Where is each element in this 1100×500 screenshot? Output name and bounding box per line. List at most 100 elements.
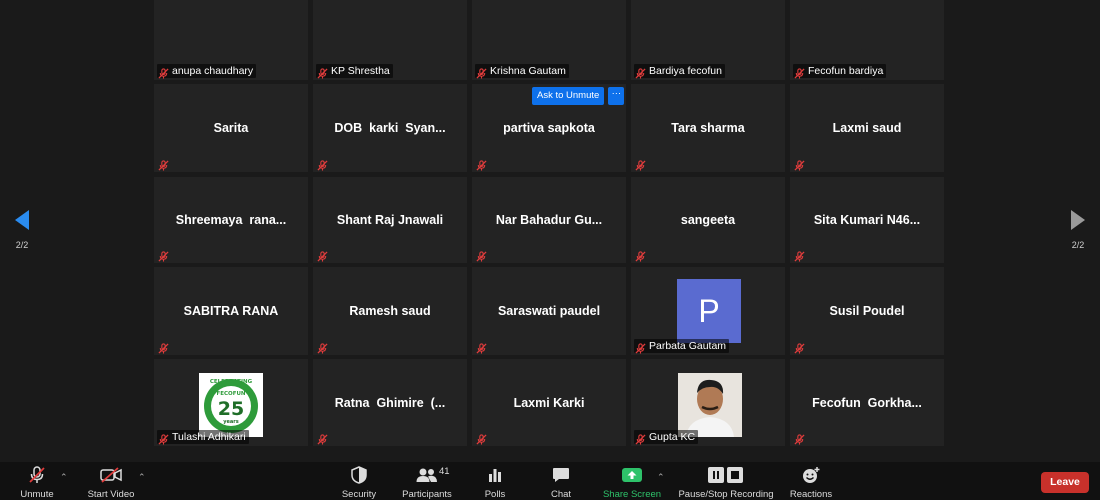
polls-label: Polls [484, 489, 506, 500]
mic-muted-icon [476, 66, 487, 79]
tile-footer: Bardiya fecofun [634, 64, 725, 79]
mic-muted-icon [317, 66, 328, 79]
participant-tile[interactable]: Gupta KC [631, 359, 785, 446]
mic-muted-icon [28, 466, 46, 484]
participant-name: Tulashi Adhikari [172, 431, 246, 443]
next-page-button[interactable]: 2/2 [1068, 208, 1088, 250]
participant-tile[interactable]: CELEBRATING FECOFUN 25 years Tulashi Adhikar… [154, 359, 308, 446]
mic-muted-icon [635, 158, 646, 171]
tile-footer [475, 340, 490, 354]
tile-footer: Fecofun bardiya [793, 64, 887, 79]
mic-muted-icon [476, 341, 487, 354]
security-button[interactable]: Security [324, 466, 394, 500]
tile-footer: anupa chaudhary [157, 64, 257, 79]
share-options-caret-icon[interactable]: ⌃ [657, 472, 665, 483]
video-off-icon [100, 466, 122, 484]
mic-muted-icon [794, 249, 805, 262]
share-screen-icon [622, 466, 642, 484]
mic-muted-icon [794, 432, 805, 445]
participant-name: Saraswati paudel [497, 304, 601, 318]
more-options-button[interactable]: ··· [608, 87, 625, 105]
unmute-label: Unmute [20, 489, 54, 500]
participant-tile[interactable]: Saraswati paudel [472, 267, 626, 355]
participants-button[interactable]: Participants [392, 466, 462, 500]
svg-text:FECOFUN: FECOFUN [216, 391, 245, 397]
participant-name: Gupta KC [649, 431, 696, 443]
start-video-button[interactable]: Start Video [76, 466, 146, 500]
smiley-plus-icon [801, 466, 821, 484]
participant-name: Ramesh saud [349, 304, 431, 318]
mic-muted-icon [158, 66, 169, 79]
participant-tile[interactable]: Nar Bahadur Gu... [472, 177, 626, 263]
tile-footer [793, 248, 808, 262]
mic-muted-icon [635, 249, 646, 262]
video-options-caret-icon[interactable]: ⌃ [138, 472, 146, 483]
mic-muted-icon [635, 432, 646, 445]
participants-label: Participants [402, 489, 452, 500]
participant-tile[interactable]: Laxmi saud [790, 84, 944, 172]
tile-footer [475, 157, 490, 171]
tile-hover-actions: Ask to Unmute ··· [532, 87, 625, 105]
chat-button[interactable]: Chat [526, 466, 596, 500]
tile-footer [475, 431, 490, 445]
participant-tile[interactable]: Ramesh saud [313, 267, 467, 355]
participant-tile[interactable]: anupa chaudhary [154, 0, 308, 80]
participant-name: Susil Poudel [829, 304, 905, 318]
participant-name: DOB karki Syan... [334, 121, 446, 135]
participant-name: Fecofun Gorkha... [812, 395, 922, 410]
participant-tile[interactable]: Shreemaya rana... [154, 177, 308, 263]
participant-tile[interactable]: P Parbata Gautam [631, 267, 785, 355]
participant-tile[interactable]: Fecofun Gorkha... [790, 359, 944, 446]
participant-tile[interactable]: KP Shrestha [313, 0, 467, 80]
participant-tile[interactable]: Krishna Gautam [472, 0, 626, 80]
participant-name: Sarita [213, 121, 249, 135]
participant-name: Krishna Gautam [490, 65, 566, 77]
fecofun-logo: CELEBRATING FECOFUN 25 years [199, 373, 263, 437]
prev-page-button[interactable]: 2/2 [12, 208, 32, 250]
tile-footer [475, 248, 490, 262]
participant-name: Bardiya fecofun [649, 65, 722, 77]
participant-tile[interactable]: Bardiya fecofun [631, 0, 785, 80]
profile-photo [678, 373, 742, 437]
participant-tile[interactable]: sangeeta [631, 177, 785, 263]
audio-options-caret-icon[interactable]: ⌃ [60, 472, 68, 483]
participant-name: Laxmi saud [832, 121, 902, 135]
participant-name: anupa chaudhary [172, 65, 254, 77]
ask-to-unmute-button[interactable]: Ask to Unmute [532, 87, 605, 105]
participant-tile[interactable]: SABITRA RANA [154, 267, 308, 355]
participant-tile[interactable]: Fecofun bardiya [790, 0, 944, 80]
participant-tile[interactable]: Sarita [154, 84, 308, 172]
participant-name: Shreemaya rana... [175, 213, 287, 227]
participant-name: Nar Bahadur Gu... [495, 213, 603, 227]
pause-stop-icon [708, 466, 744, 484]
participant-tile[interactable]: Tara sharma [631, 84, 785, 172]
shield-icon [351, 466, 367, 484]
mic-muted-icon [794, 158, 805, 171]
participant-tile[interactable]: DOB karki Syan... [313, 84, 467, 172]
meeting-toolbar: Unmute ⌃ Start Video ⌃ Security Particip… [0, 462, 1100, 500]
polls-button[interactable]: Polls [460, 466, 530, 500]
tile-footer [157, 248, 172, 262]
participant-name: Shant Raj Jnawali [336, 213, 444, 227]
participant-tile[interactable]: Susil Poudel [790, 267, 944, 355]
participants-icon [416, 466, 438, 484]
tile-footer [793, 340, 808, 354]
share-screen-label: Share Screen [602, 489, 662, 500]
mic-muted-icon [476, 432, 487, 445]
participant-tile[interactable]: Ratna Ghimire (... [313, 359, 467, 446]
svg-text:25: 25 [218, 398, 244, 420]
pause-stop-recording-button[interactable]: Pause/Stop Recording [678, 466, 774, 500]
participant-name: KP Shrestha [331, 65, 390, 77]
reactions-button[interactable]: Reactions [776, 466, 846, 500]
leave-button[interactable]: Leave [1041, 472, 1089, 493]
participant-name: Laxmi Karki [513, 395, 585, 410]
mic-muted-icon [635, 341, 646, 354]
mic-muted-icon [794, 341, 805, 354]
page-indicator-left: 2/2 [15, 240, 29, 250]
participant-tile[interactable]: Shant Raj Jnawali [313, 177, 467, 263]
tile-footer: Tulashi Adhikari [157, 430, 249, 445]
participant-name: partiva sapkota [503, 121, 595, 135]
participant-tile[interactable]: Laxmi Karki [472, 359, 626, 446]
mic-muted-icon [317, 158, 328, 171]
participant-tile[interactable]: Sita Kumari N46... [790, 177, 944, 263]
